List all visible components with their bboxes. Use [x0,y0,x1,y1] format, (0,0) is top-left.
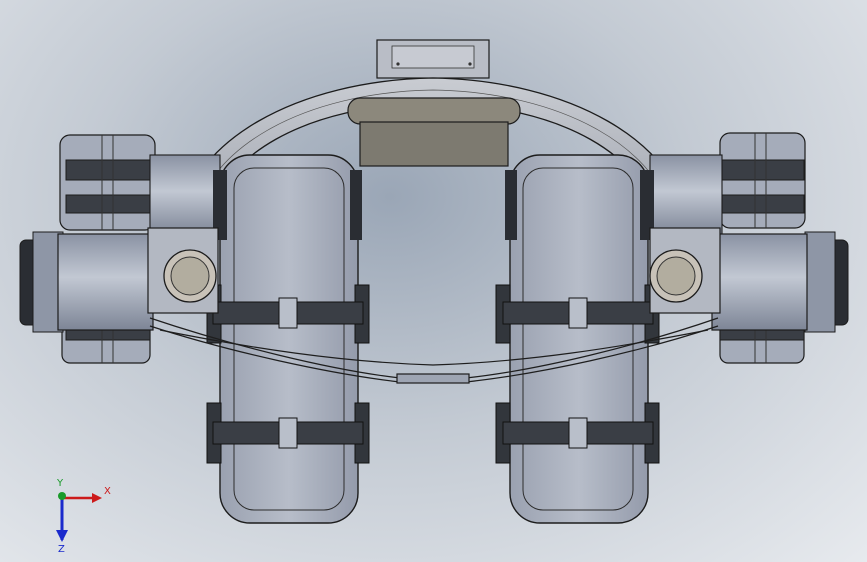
right-track [505,154,654,524]
robot-assembly-drawing [19,39,849,542]
cad-viewport[interactable]: X Y Z [0,0,867,562]
center-bridge-block [347,97,521,167]
y-axis-label: Y [57,478,64,489]
z-axis-label: Z [58,544,65,555]
right-joint [649,227,721,314]
axis-triad [56,492,102,542]
top-mount-bracket [376,39,490,79]
left-joint [147,227,219,314]
left-track [213,154,362,524]
x-axis-label: X [104,486,111,497]
